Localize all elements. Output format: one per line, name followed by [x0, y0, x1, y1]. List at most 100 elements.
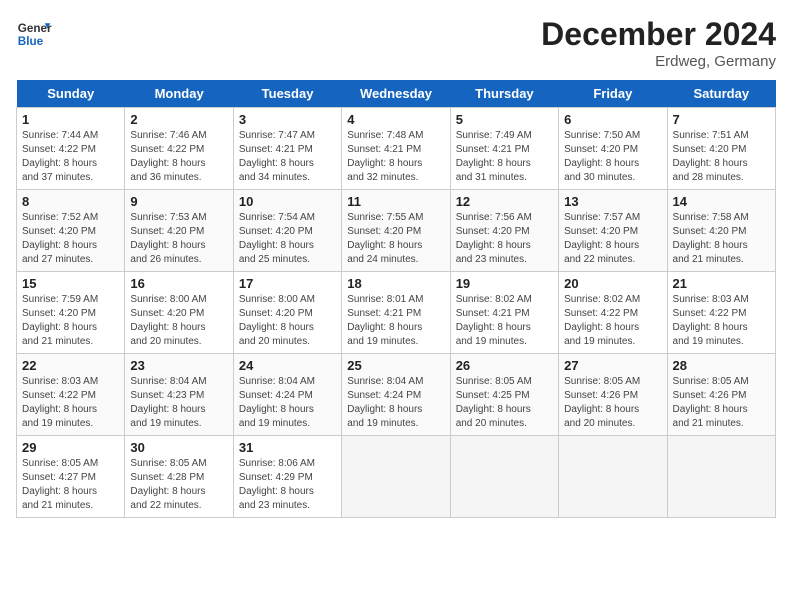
day-info: Sunrise: 7:53 AM Sunset: 4:20 PM Dayligh…: [130, 211, 227, 267]
calendar-day-cell: 15Sunrise: 7:59 AM Sunset: 4:20 PM Dayli…: [17, 272, 125, 354]
day-number: 12: [456, 194, 553, 209]
day-info: Sunrise: 7:52 AM Sunset: 4:20 PM Dayligh…: [22, 211, 119, 267]
day-of-week-header: Saturday: [667, 80, 775, 108]
day-number: 25: [347, 358, 444, 373]
calendar-day-cell: 10 Sunrise: 7:54 AM Sunset: 4:20 PM Dayli…: [233, 190, 341, 272]
day-number: 6: [564, 112, 661, 127]
calendar-table: SundayMondayTuesdayWednesdayThursdayFrid…: [16, 80, 776, 518]
day-number: 1: [22, 112, 119, 127]
calendar-day-cell: 21 Sunrise: 8:03 AM Sunset: 4:22 PM Dayli…: [667, 272, 775, 354]
calendar-day-cell: 22 Sunrise: 8:03 AM Sunset: 4:22 PM Dayli…: [17, 354, 125, 436]
calendar-day-cell: 3 Sunrise: 7:47 AM Sunset: 4:21 PM Daylig…: [233, 108, 341, 190]
day-of-week-header: Friday: [559, 80, 667, 108]
calendar-day-cell: 1Sunrise: 7:44 AM Sunset: 4:22 PM Daylig…: [17, 108, 125, 190]
day-info: Sunrise: 8:03 AM Sunset: 4:22 PM Dayligh…: [673, 293, 770, 349]
day-info: Sunrise: 8:05 AM Sunset: 4:28 PM Dayligh…: [130, 457, 227, 513]
title-area: December 2024 Erdweg, Germany: [541, 16, 776, 70]
calendar-day-cell: 28Sunrise: 8:05 AM Sunset: 4:26 PM Dayli…: [667, 354, 775, 436]
day-info: Sunrise: 7:57 AM Sunset: 4:20 PM Dayligh…: [564, 211, 661, 267]
calendar-day-cell: 29 Sunrise: 8:05 AM Sunset: 4:27 PM Dayli…: [17, 436, 125, 518]
calendar-day-cell: 30 Sunrise: 8:05 AM Sunset: 4:28 PM Dayli…: [125, 436, 233, 518]
day-number: 10: [239, 194, 336, 209]
calendar-day-cell: 19Sunrise: 8:02 AM Sunset: 4:21 PM Dayli…: [450, 272, 558, 354]
day-number: 28: [673, 358, 770, 373]
calendar-day-cell: 8 Sunrise: 7:52 AM Sunset: 4:20 PM Daylig…: [17, 190, 125, 272]
day-number: 16: [130, 276, 227, 291]
calendar-day-cell: [667, 436, 775, 518]
calendar-day-cell: 4Sunrise: 7:48 AM Sunset: 4:21 PM Daylig…: [342, 108, 450, 190]
calendar-header-row: SundayMondayTuesdayWednesdayThursdayFrid…: [17, 80, 776, 108]
day-info: Sunrise: 8:06 AM Sunset: 4:29 PM Dayligh…: [239, 457, 336, 513]
day-info: Sunrise: 8:05 AM Sunset: 4:25 PM Dayligh…: [456, 375, 553, 431]
day-of-week-header: Sunday: [17, 80, 125, 108]
svg-text:Blue: Blue: [18, 35, 44, 48]
day-of-week-header: Thursday: [450, 80, 558, 108]
day-number: 13: [564, 194, 661, 209]
day-info: Sunrise: 7:55 AM Sunset: 4:20 PM Dayligh…: [347, 211, 444, 267]
day-info: Sunrise: 8:03 AM Sunset: 4:22 PM Dayligh…: [22, 375, 119, 431]
day-info: Sunrise: 7:48 AM Sunset: 4:21 PM Dayligh…: [347, 129, 444, 185]
calendar-day-cell: 25 Sunrise: 8:04 AM Sunset: 4:24 PM Dayli…: [342, 354, 450, 436]
day-info: Sunrise: 8:05 AM Sunset: 4:26 PM Dayligh…: [564, 375, 661, 431]
day-number: 30: [130, 440, 227, 455]
calendar-week-row: 29 Sunrise: 8:05 AM Sunset: 4:27 PM Dayli…: [17, 436, 776, 518]
day-of-week-header: Tuesday: [233, 80, 341, 108]
location-title: Erdweg, Germany: [541, 53, 776, 70]
calendar-day-cell: 31 Sunrise: 8:06 AM Sunset: 4:29 PM Dayli…: [233, 436, 341, 518]
logo-icon: General Blue: [16, 16, 52, 52]
day-info: Sunrise: 8:00 AM Sunset: 4:20 PM Dayligh…: [130, 293, 227, 349]
day-number: 17: [239, 276, 336, 291]
month-title: December 2024: [541, 16, 776, 53]
day-number: 26: [456, 358, 553, 373]
logo: General Blue: [16, 16, 52, 52]
day-info: Sunrise: 8:01 AM Sunset: 4:21 PM Dayligh…: [347, 293, 444, 349]
day-number: 8: [22, 194, 119, 209]
day-info: Sunrise: 7:49 AM Sunset: 4:21 PM Dayligh…: [456, 129, 553, 185]
calendar-day-cell: 20Sunrise: 8:02 AM Sunset: 4:22 PM Dayli…: [559, 272, 667, 354]
day-number: 31: [239, 440, 336, 455]
day-info: Sunrise: 8:04 AM Sunset: 4:23 PM Dayligh…: [130, 375, 227, 431]
calendar-day-cell: 9 Sunrise: 7:53 AM Sunset: 4:20 PM Daylig…: [125, 190, 233, 272]
calendar-day-cell: 11Sunrise: 7:55 AM Sunset: 4:20 PM Dayli…: [342, 190, 450, 272]
day-number: 19: [456, 276, 553, 291]
day-of-week-header: Monday: [125, 80, 233, 108]
day-number: 14: [673, 194, 770, 209]
calendar-day-cell: 7Sunrise: 7:51 AM Sunset: 4:20 PM Daylig…: [667, 108, 775, 190]
day-info: Sunrise: 7:51 AM Sunset: 4:20 PM Dayligh…: [673, 129, 770, 185]
calendar-week-row: 15Sunrise: 7:59 AM Sunset: 4:20 PM Dayli…: [17, 272, 776, 354]
day-number: 24: [239, 358, 336, 373]
day-number: 27: [564, 358, 661, 373]
calendar-day-cell: 13 Sunrise: 7:57 AM Sunset: 4:20 PM Dayli…: [559, 190, 667, 272]
calendar-day-cell: 16 Sunrise: 8:00 AM Sunset: 4:20 PM Dayli…: [125, 272, 233, 354]
day-info: Sunrise: 7:50 AM Sunset: 4:20 PM Dayligh…: [564, 129, 661, 185]
day-of-week-header: Wednesday: [342, 80, 450, 108]
day-number: 23: [130, 358, 227, 373]
calendar-day-cell: [342, 436, 450, 518]
day-number: 21: [673, 276, 770, 291]
calendar-day-cell: [559, 436, 667, 518]
calendar-day-cell: 12Sunrise: 7:56 AM Sunset: 4:20 PM Dayli…: [450, 190, 558, 272]
calendar-day-cell: 18Sunrise: 8:01 AM Sunset: 4:21 PM Dayli…: [342, 272, 450, 354]
calendar-day-cell: 2 Sunrise: 7:46 AM Sunset: 4:22 PM Daylig…: [125, 108, 233, 190]
calendar-day-cell: 17 Sunrise: 8:00 AM Sunset: 4:20 PM Dayli…: [233, 272, 341, 354]
day-info: Sunrise: 8:00 AM Sunset: 4:20 PM Dayligh…: [239, 293, 336, 349]
calendar-day-cell: 27 Sunrise: 8:05 AM Sunset: 4:26 PM Dayli…: [559, 354, 667, 436]
calendar-day-cell: [450, 436, 558, 518]
calendar-day-cell: 5 Sunrise: 7:49 AM Sunset: 4:21 PM Daylig…: [450, 108, 558, 190]
day-number: 3: [239, 112, 336, 127]
day-info: Sunrise: 7:58 AM Sunset: 4:20 PM Dayligh…: [673, 211, 770, 267]
day-info: Sunrise: 7:46 AM Sunset: 4:22 PM Dayligh…: [130, 129, 227, 185]
day-number: 15: [22, 276, 119, 291]
header: General Blue December 2024 Erdweg, Germa…: [16, 16, 776, 70]
day-number: 5: [456, 112, 553, 127]
day-info: Sunrise: 7:54 AM Sunset: 4:20 PM Dayligh…: [239, 211, 336, 267]
day-number: 9: [130, 194, 227, 209]
day-number: 22: [22, 358, 119, 373]
day-info: Sunrise: 8:05 AM Sunset: 4:27 PM Dayligh…: [22, 457, 119, 513]
day-info: Sunrise: 8:04 AM Sunset: 4:24 PM Dayligh…: [347, 375, 444, 431]
calendar-week-row: 1Sunrise: 7:44 AM Sunset: 4:22 PM Daylig…: [17, 108, 776, 190]
day-number: 2: [130, 112, 227, 127]
calendar-week-row: 8 Sunrise: 7:52 AM Sunset: 4:20 PM Daylig…: [17, 190, 776, 272]
day-info: Sunrise: 7:47 AM Sunset: 4:21 PM Dayligh…: [239, 129, 336, 185]
day-number: 29: [22, 440, 119, 455]
